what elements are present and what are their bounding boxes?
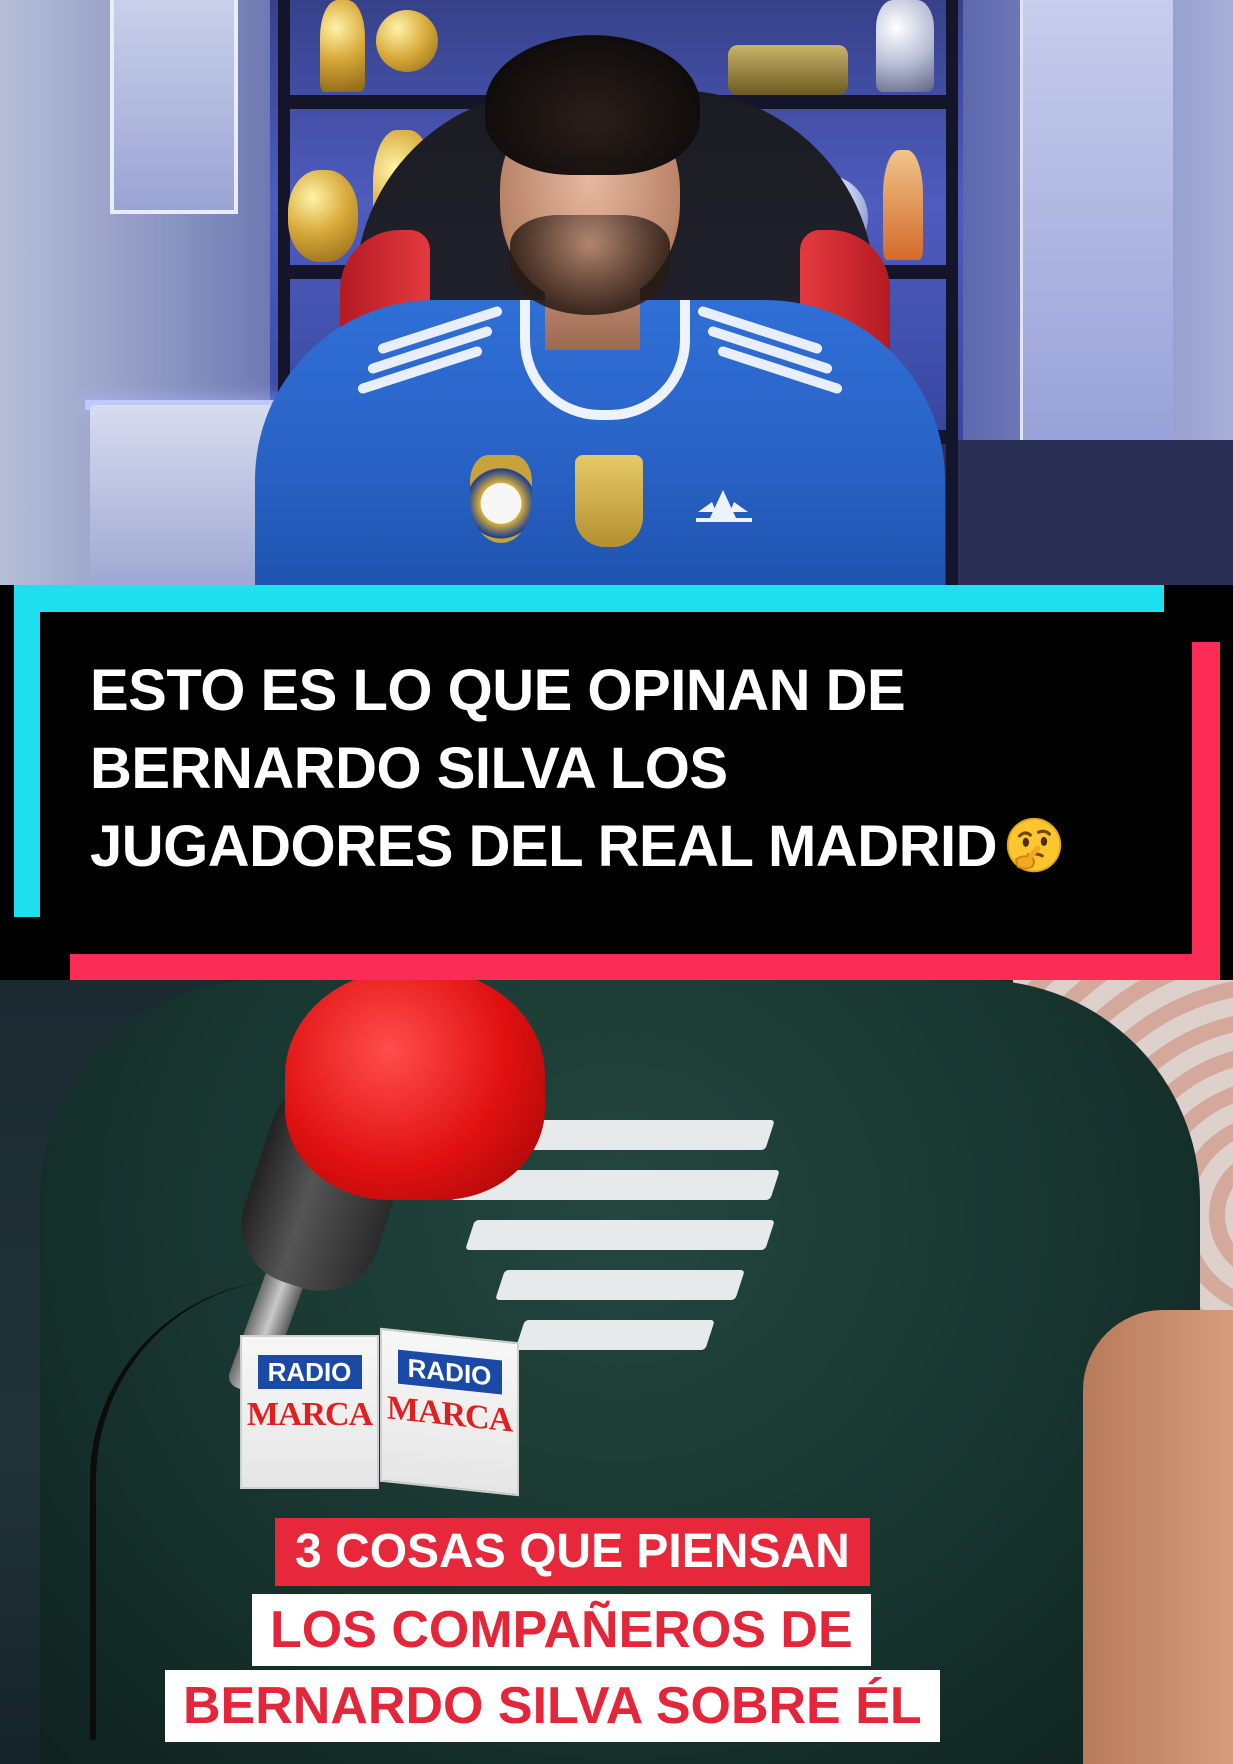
person-hair — [485, 35, 700, 175]
mic-flag-marca-label: MARCA — [246, 1396, 373, 1433]
clip-caption-red: 3 COSAS QUE PIENSAN — [275, 1518, 870, 1586]
championship-belt — [728, 45, 848, 95]
room-door — [1020, 0, 1173, 440]
room-floor — [933, 440, 1233, 585]
mic-flag-marca-label: MARCA — [386, 1389, 513, 1440]
guest-arm — [1083, 1310, 1233, 1764]
mic-flag-face-right: RADIO MARCA — [380, 1327, 519, 1497]
webcam-panel — [0, 0, 1233, 585]
mic-flag-face-left: RADIO MARCA — [240, 1335, 379, 1489]
shelf-post-right — [946, 0, 958, 585]
title-line-1: ESTO ES LO QUE OPINAN DE — [90, 658, 906, 723]
anime-figure — [883, 150, 923, 260]
room-window — [110, 0, 238, 214]
title-line-3-text: JUGADORES DEL REAL MADRID — [90, 814, 998, 879]
champions-badge-icon — [575, 455, 643, 547]
title-line-3: JUGADORES DEL REAL MADRID — [90, 808, 1180, 886]
mic-flag-radio-label: RADIO — [397, 1349, 502, 1395]
title-banner-text: ESTO ES LO QUE OPINAN DE BERNARDO SILVA … — [90, 652, 1180, 886]
microphone-icon — [285, 980, 545, 1200]
title-line-2: BERNARDO SILVA LOS — [90, 736, 728, 801]
shirt-logo-stripe — [495, 1270, 745, 1300]
mic-flag-radio-label: RADIO — [257, 1355, 362, 1389]
world-cup-trophy — [320, 0, 365, 92]
golden-ball-trophy — [376, 10, 438, 72]
video-frame[interactable]: ESTO ES LO QUE OPINAN DE BERNARDO SILVA … — [0, 0, 1233, 1764]
clip-caption-white-1: LOS COMPAÑEROS DE — [252, 1594, 871, 1666]
shirt-logo-stripe — [465, 1220, 775, 1250]
adidas-logo-icon — [696, 490, 752, 522]
clip-caption-white-2: BERNARDO SILVA SOBRE ÉL — [165, 1670, 940, 1742]
cabinet — [90, 405, 280, 585]
thinking-face-icon — [1006, 817, 1062, 873]
helmet-figure — [288, 170, 358, 262]
mic-flag: RADIO MARCA RADIO MARCA — [240, 1327, 530, 1497]
person-beard — [510, 215, 670, 315]
club-crest-icon — [470, 455, 532, 543]
silver-cup-trophy — [876, 0, 934, 92]
shirt-logo-stripe — [515, 1320, 715, 1350]
